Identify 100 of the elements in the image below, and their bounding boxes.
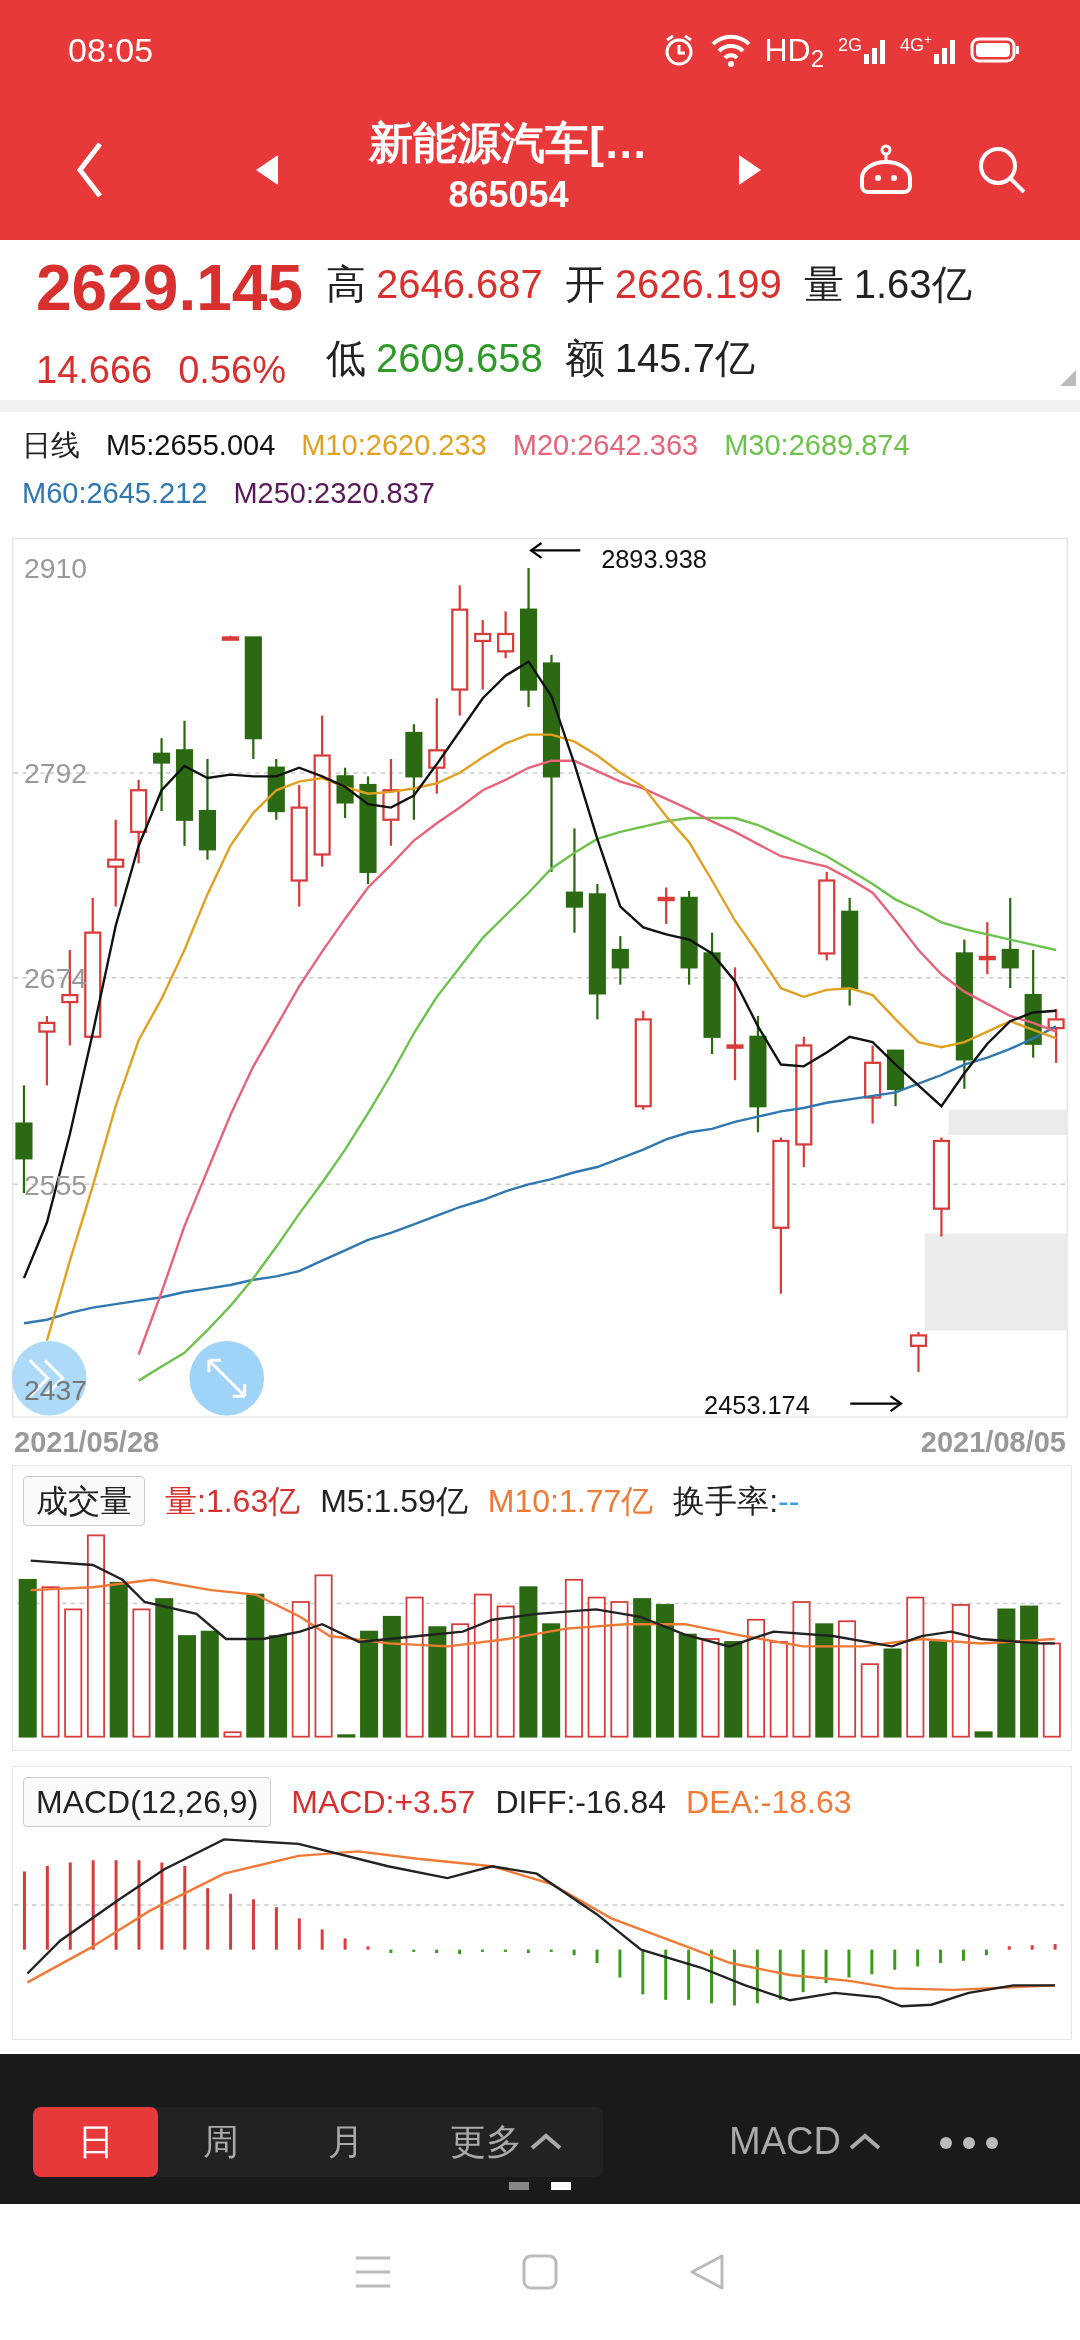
candlestick: [978, 922, 996, 975]
period-tab[interactable]: 日: [33, 2107, 158, 2177]
macd-bar: [801, 1949, 805, 1993]
volume-bar: [974, 1731, 993, 1738]
candlestick: [336, 767, 354, 818]
date-label: 2021/08/05: [920, 1424, 1066, 1460]
stock-title: 新能源汽车[…: [368, 117, 649, 169]
period-tab[interactable]: 更多: [408, 2107, 603, 2177]
indicator-menu-button[interactable]: MACD: [723, 2112, 887, 2171]
macd-bar: [710, 1949, 714, 2004]
candlestick: [657, 887, 675, 924]
arrow-icon: [850, 1395, 903, 1412]
macd-bar: [229, 1893, 233, 1950]
macd-bar: [847, 1949, 851, 1978]
indicator-value: DIFF:-16.84: [495, 1783, 667, 1822]
candlestick: [887, 1049, 905, 1107]
triangle-left-icon: [256, 155, 278, 185]
moving-average-value: M5:2655.004: [106, 428, 276, 463]
indicator-value: 换手率:: [673, 1482, 779, 1521]
stat-label: 开: [564, 261, 605, 308]
battery-icon: [970, 37, 1020, 63]
candlestick: [611, 936, 629, 985]
search-icon: [976, 144, 1028, 196]
candlestick: [38, 1015, 56, 1086]
macd-bar: [916, 1949, 920, 1967]
stat-value: 2626.199: [614, 261, 782, 308]
macd-bar: [503, 1949, 507, 1952]
date-label: 2021/05/28: [14, 1424, 160, 1460]
indicator-value: 量:1.63亿: [165, 1482, 301, 1521]
indicator-selector[interactable]: 成交量: [23, 1476, 145, 1526]
moving-average-value: M30:2689.874: [724, 428, 910, 463]
period-tab[interactable]: 周: [158, 2107, 283, 2177]
macd-bar: [824, 1949, 828, 1984]
search-button[interactable]: [976, 144, 1028, 196]
caret-up-icon: [529, 2132, 562, 2152]
period-tab[interactable]: 月: [283, 2107, 408, 2177]
macd-bar: [526, 1949, 530, 1953]
more-icon: [938, 2135, 999, 2150]
last-price: 2629.145: [36, 256, 304, 320]
macd-bar: [412, 1949, 416, 1952]
candlestick: [267, 759, 285, 820]
macd-bar: [687, 1949, 691, 2000]
macd-bar: [641, 1949, 645, 1995]
stat-label: 高: [326, 261, 366, 308]
network-label: 2G: [838, 36, 863, 54]
status-time: 08:05: [68, 29, 154, 71]
stat-label: 量: [803, 261, 844, 308]
macd-bar: [984, 1949, 988, 1956]
moving-average-value: M250:2320.837: [233, 475, 435, 511]
macd-bar: [549, 1949, 553, 1952]
arrow-icon: [529, 542, 581, 559]
price-annotation: 2893.938: [601, 545, 707, 574]
macd-bar: [274, 1907, 278, 1950]
macd-bar: [458, 1949, 462, 1955]
macd-bar: [320, 1929, 324, 1950]
price-change: 14.666: [36, 348, 153, 393]
candlestick: [497, 611, 515, 659]
network-label: HD$_{2}$: [764, 31, 825, 74]
stat-value: 2646.687: [376, 261, 543, 308]
macd-bar: [572, 1949, 576, 1956]
macd-bar: [664, 1949, 668, 2000]
stat-label: 额: [564, 335, 605, 382]
candlestick: [221, 635, 239, 641]
indicator-value: M5:1.59亿: [320, 1482, 468, 1521]
moving-average-value: M10:2620.233: [301, 428, 487, 463]
period-label: 日线: [22, 428, 80, 463]
macd-bar: [252, 1899, 255, 1950]
previous-button[interactable]: [256, 155, 278, 185]
resize-corner-icon: [1060, 370, 1076, 386]
macd-bar: [893, 1949, 897, 1970]
indicator-value: --: [778, 1482, 800, 1521]
macd-bar: [343, 1938, 347, 1950]
triangle-right-icon: [739, 155, 761, 185]
macd-bar: [939, 1949, 943, 1964]
macd-bar: [732, 1949, 736, 2006]
macd-bar: [206, 1888, 210, 1950]
macd-bar: [618, 1949, 622, 1978]
candlestick: [474, 620, 492, 690]
stock-code: 865054: [447, 173, 570, 218]
macd-bar: [435, 1949, 439, 1953]
macd-bar: [1053, 1944, 1057, 1950]
network-label: 4G$^{+}$: [900, 36, 932, 54]
indicator-value: M10:1.77亿: [487, 1482, 654, 1521]
next-button[interactable]: [739, 155, 761, 185]
caret-up-icon: [848, 2131, 881, 2152]
macd-bar: [755, 1949, 759, 2004]
macd-bar: [962, 1949, 965, 1961]
indicator-value: DEA:-18.63: [686, 1783, 852, 1822]
indicator-value: MACD:+3.57: [291, 1783, 476, 1822]
macd-bar: [870, 1949, 874, 1975]
axis-label: 2792: [23, 757, 87, 790]
stat-value: 1.63亿: [853, 261, 972, 308]
macd-bar: [297, 1918, 301, 1950]
macd-bar: [481, 1949, 484, 1952]
indicator-selector[interactable]: MACD(12,26,9): [23, 1777, 272, 1827]
wifi-icon: [710, 32, 751, 68]
price-annotation: 2453.174: [704, 1391, 810, 1420]
stat-value: 2609.658: [376, 335, 543, 382]
macd-bar: [778, 1949, 782, 2000]
macd-bar: [1030, 1945, 1034, 1950]
